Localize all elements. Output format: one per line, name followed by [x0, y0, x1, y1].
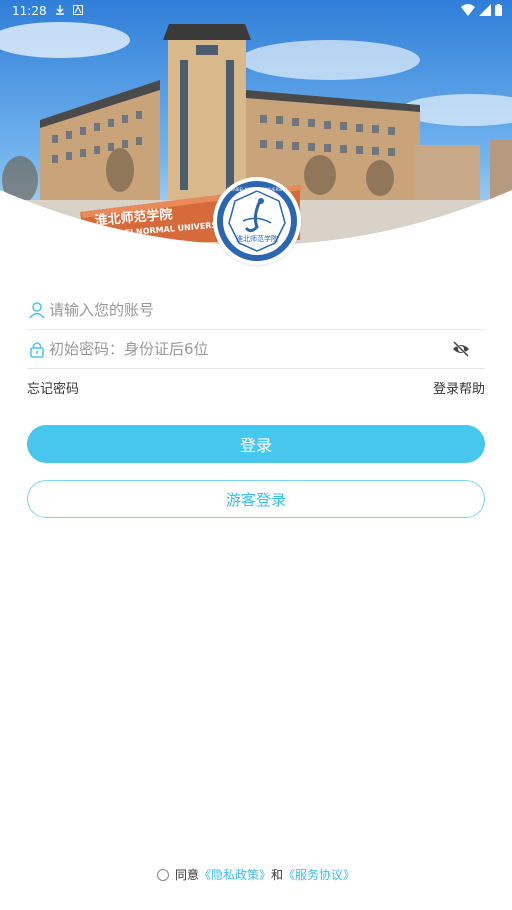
status-time: 11:28 — [12, 4, 47, 18]
password-field — [27, 329, 485, 369]
lock-icon — [27, 339, 47, 359]
toggle-password-visibility-icon[interactable] — [449, 337, 473, 361]
guest-login-button[interactable]: 游客登录 — [27, 480, 485, 518]
forgot-password-link[interactable]: 忘记密码 — [27, 378, 79, 397]
agreement-radio[interactable] — [156, 868, 169, 881]
agreement-prefix: 同意 — [174, 868, 199, 882]
service-agreement-link[interactable]: 《服务协议》 — [283, 866, 355, 883]
agreement-and: 和 — [271, 868, 284, 882]
university-emblem: 淮北师范学院 HUAIBEI NORMAL UNIVERSITY — [213, 177, 301, 265]
download-icon — [55, 4, 65, 18]
svg-text:HUAIBEI NORMAL UNIVERSITY: HUAIBEI NORMAL UNIVERSITY — [227, 187, 287, 192]
signal-icon — [479, 3, 491, 19]
password-input[interactable] — [49, 339, 449, 358]
privacy-policy-link[interactable]: 《隐私政策》 — [199, 866, 271, 883]
wifi-icon — [461, 3, 475, 19]
agreement-row: 同意 《隐私政策》 和 《服务协议》 — [0, 866, 512, 883]
account-field — [27, 290, 485, 330]
account-input[interactable] — [49, 300, 485, 319]
login-help-link[interactable]: 登录帮助 — [433, 378, 485, 397]
svg-text:淮北师范学院: 淮北师范学院 — [236, 234, 278, 243]
university-logo: 淮北师范学院 HUAIBEI NORMAL UNIVERSITY — [217, 181, 297, 261]
status-bar: 11:28 — [0, 0, 512, 22]
auxiliary-links: 忘记密码 登录帮助 — [27, 378, 485, 397]
battery-icon — [495, 3, 502, 19]
login-button[interactable]: 登录 — [27, 425, 485, 463]
user-icon — [27, 300, 47, 320]
app-notification-icon — [72, 4, 83, 18]
